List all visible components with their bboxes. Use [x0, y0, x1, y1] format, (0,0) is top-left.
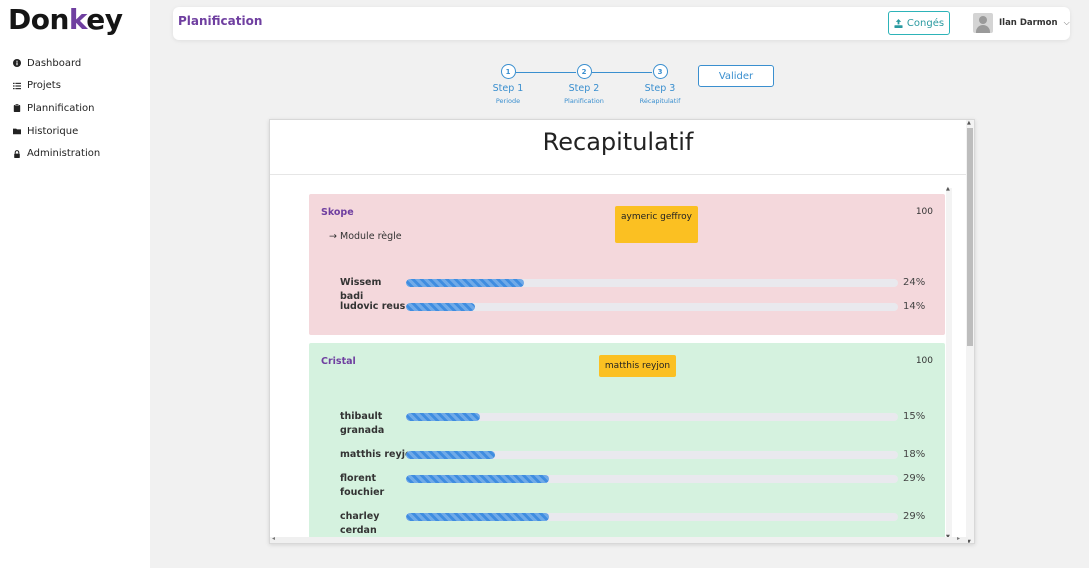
progress-bar — [406, 303, 898, 311]
user-menu[interactable]: Ilan Darmon ⌵ — [973, 13, 1070, 33]
arrow-right-icon: → — [329, 231, 337, 242]
avatar — [973, 13, 993, 33]
project-name: Skope — [321, 207, 354, 218]
valider-button[interactable]: Valider — [698, 65, 774, 87]
progress-bar — [406, 513, 898, 521]
sidebar-item-label: Projets — [27, 80, 61, 92]
clipboard-icon — [11, 104, 23, 113]
chevron-down-icon: ⌵ — [1063, 18, 1070, 27]
recap-title: Recapitulatif — [542, 128, 694, 156]
panel-vertical-scrollbar[interactable]: ▲ ▼ — [966, 120, 974, 543]
progress-fill — [406, 475, 549, 483]
sidebar-item-label: Plannification — [27, 102, 95, 114]
info-icon — [11, 59, 23, 68]
step-subtitle: Periode — [495, 97, 521, 105]
sidebar-item-label: Historique — [27, 125, 79, 137]
sidebar-item-historique[interactable]: Historique — [11, 120, 100, 143]
progress-fill — [406, 279, 525, 287]
member-name: florent fouchier — [340, 473, 385, 498]
step-3[interactable]: 3 Step 3 Récapitulatif — [630, 64, 690, 105]
progress-bar — [406, 279, 898, 287]
step-number: 3 — [652, 64, 668, 79]
project-name: Cristal — [321, 356, 356, 367]
member-name: thibault granada — [340, 411, 385, 436]
member-percent: 29% — [903, 473, 926, 484]
step-subtitle: Récapitulatif — [639, 97, 681, 105]
scroll-right-icon[interactable]: ▸ — [957, 535, 960, 542]
page-title: Planification — [178, 14, 263, 28]
progress-fill — [406, 513, 549, 521]
sidebar-item-administration[interactable]: Administration — [11, 142, 100, 165]
panel-horizontal-scrollbar[interactable]: ◂ ▸ — [270, 535, 968, 543]
scroll-left-icon[interactable]: ◂ — [272, 535, 275, 542]
sidebar-item-label: Dashboard — [27, 57, 82, 69]
sidebar-item-dashboard[interactable]: Dashboard — [11, 52, 100, 75]
member-name: charley cerdan — [340, 511, 380, 536]
project-card: Cristal matthis reyjon 100 thibault gran… — [309, 343, 945, 543]
project-lead-chip[interactable]: aymeric geffroy — [615, 206, 698, 243]
member-percent: 29% — [903, 511, 926, 522]
sidebar-nav: Dashboard Projets Plannification Histori… — [11, 52, 100, 165]
scroll-thumb[interactable] — [967, 128, 973, 346]
progress-bar — [406, 413, 898, 421]
lock-icon — [11, 149, 23, 158]
progress-fill — [406, 303, 475, 311]
progress-bar — [406, 451, 898, 459]
member-percent: 15% — [903, 411, 926, 422]
sidebar-item-projets[interactable]: Projets — [11, 75, 100, 98]
member-percent: 18% — [903, 449, 926, 460]
member-name: ludovic reus — [340, 301, 406, 312]
module-label: Module règle — [340, 231, 402, 242]
divider — [270, 174, 966, 175]
conges-label: Congés — [906, 17, 945, 29]
inner-scrollbar[interactable]: ▲ ▼ — [946, 186, 952, 540]
upload-icon — [894, 18, 903, 28]
step-2[interactable]: 2 Step 2 Planification — [554, 64, 614, 105]
project-total: 100 — [915, 207, 933, 217]
conges-button[interactable]: Congés — [888, 11, 950, 35]
scroll-up-icon[interactable]: ▲ — [946, 186, 950, 192]
project-total: 100 — [915, 356, 933, 366]
progress-bar — [406, 475, 898, 483]
project-module: → Module règle — [329, 231, 402, 242]
top-header: Planification Congés Ilan Darmon ⌵ — [173, 7, 1070, 40]
member-percent: 14% — [903, 301, 926, 312]
project-card: Skope aymeric geffroy 100 → Module règle… — [309, 194, 945, 335]
step-title: Step 2 — [568, 83, 600, 94]
list-icon — [11, 82, 23, 90]
sidebar-item-plannification[interactable]: Plannification — [11, 97, 100, 120]
step-title: Step 1 — [492, 83, 524, 94]
stepper: 1 Step 1 Periode 2 Step 2 Planification … — [480, 64, 690, 114]
scroll-up-icon[interactable]: ▲ — [967, 120, 971, 126]
step-subtitle: Planification — [564, 97, 604, 105]
sidebar: Donkey Dashboard Projets Plannification … — [0, 0, 150, 568]
recap-panel: Recapitulatif Skope aymeric geffroy 100 … — [269, 119, 975, 544]
progress-fill — [406, 413, 480, 421]
progress-fill — [406, 451, 495, 459]
user-name: Ilan Darmon — [999, 18, 1058, 28]
folder-icon — [11, 127, 23, 135]
member-percent: 24% — [903, 277, 926, 288]
sidebar-item-label: Administration — [27, 148, 101, 160]
step-1[interactable]: 1 Step 1 Periode — [478, 64, 538, 105]
step-number: 2 — [576, 64, 592, 79]
step-title: Step 3 — [644, 83, 676, 94]
brand-logo[interactable]: Donkey — [8, 3, 123, 36]
step-number: 1 — [500, 64, 516, 79]
project-lead-chip[interactable]: matthis reyjon — [599, 355, 676, 377]
